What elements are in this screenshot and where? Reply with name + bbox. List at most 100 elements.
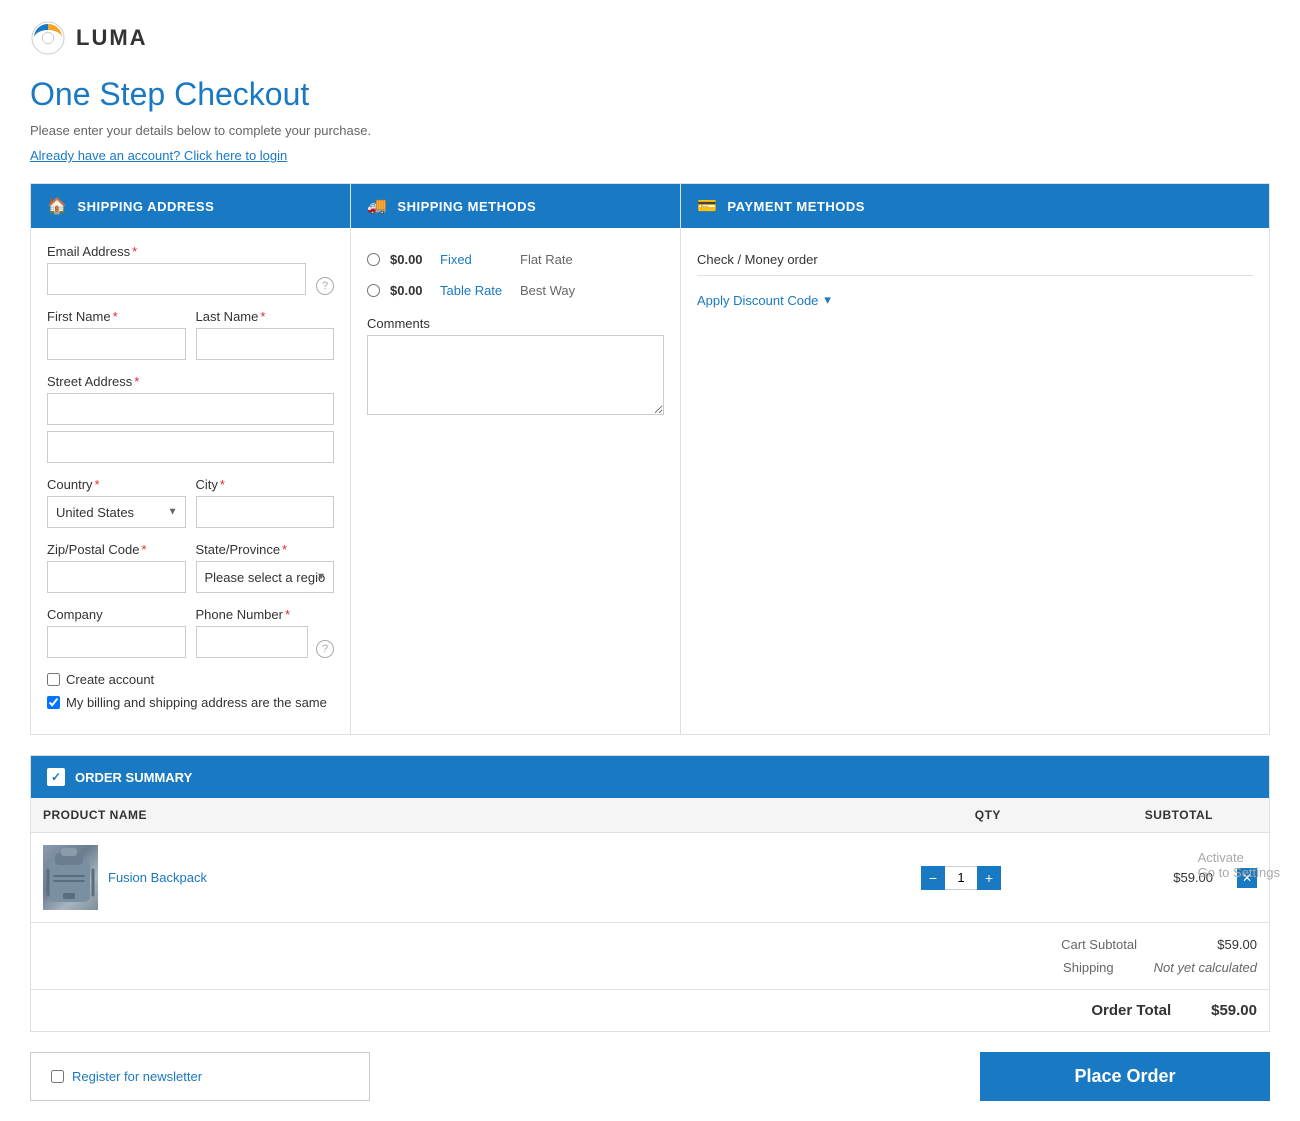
logo-area: LUMA bbox=[30, 20, 1270, 56]
payment-methods-body: Check / Money order Apply Discount Code … bbox=[681, 228, 1269, 330]
page-title: One Step Checkout bbox=[30, 76, 1270, 113]
shipping-methods-body: $0.00 Fixed Flat Rate $0.00 Table Rate B… bbox=[351, 228, 680, 434]
phone-help-icon[interactable]: ? bbox=[316, 640, 334, 658]
phone-input[interactable] bbox=[196, 626, 309, 658]
order-total-label: Order Total bbox=[1091, 1002, 1171, 1019]
city-input[interactable] bbox=[196, 496, 335, 528]
city-label: City* bbox=[196, 477, 335, 492]
billing-same-group: My billing and shipping address are the … bbox=[47, 695, 334, 710]
shipping-price-0: $0.00 bbox=[390, 252, 430, 267]
phone-label: Phone Number* bbox=[196, 607, 335, 622]
shipping-subtotal-label: Shipping bbox=[1014, 960, 1114, 975]
checkmark-icon: ✓ bbox=[47, 768, 65, 786]
qty-input[interactable] bbox=[945, 866, 977, 890]
home-icon: 🏠 bbox=[47, 196, 67, 216]
shipping-radio-1[interactable] bbox=[367, 284, 380, 297]
qty-decrease-button[interactable]: − bbox=[921, 866, 945, 890]
country-group: Country* United States bbox=[47, 477, 186, 528]
shipping-carrier-1: Best Way bbox=[520, 283, 575, 298]
order-table: PRODUCT NAME QTY SUBTOTAL bbox=[31, 798, 1269, 923]
create-account-checkbox[interactable] bbox=[47, 673, 60, 686]
col-product: PRODUCT NAME bbox=[31, 798, 774, 833]
payment-option-check: Check / Money order bbox=[697, 244, 1253, 276]
col-subtotal: SUBTOTAL bbox=[1013, 798, 1225, 833]
watermark-line2: Go to Settings bbox=[1198, 865, 1280, 880]
create-account-group: Create account bbox=[47, 672, 334, 687]
zip-label: Zip/Postal Code* bbox=[47, 542, 186, 557]
product-name-link[interactable]: Fusion Backpack bbox=[108, 870, 207, 885]
comments-textarea[interactable] bbox=[367, 335, 664, 415]
discount-chevron-icon: ▾ bbox=[824, 292, 831, 308]
email-input[interactable] bbox=[47, 263, 306, 295]
place-order-button[interactable]: Place Order bbox=[980, 1052, 1270, 1101]
shipping-method-0: Fixed bbox=[440, 252, 510, 267]
state-group: State/Province* Please select a region bbox=[196, 542, 335, 593]
qty-cell: − + bbox=[774, 833, 1013, 923]
shipping-methods-header: 🚚 SHIPPING METHODS bbox=[351, 184, 680, 228]
street-label: Street Address* bbox=[47, 374, 334, 389]
company-label: Company bbox=[47, 607, 186, 622]
newsletter-box: Register for newsletter bbox=[30, 1052, 370, 1101]
price-cell: $59.00 bbox=[1013, 833, 1225, 923]
order-summary-header: ✓ ORDER SUMMARY bbox=[31, 756, 1269, 798]
payment-methods-header: 💳 PAYMENT METHODS bbox=[681, 184, 1269, 228]
checkout-columns: 🏠 SHIPPING ADDRESS Email Address* ? bbox=[30, 183, 1270, 735]
shipping-address-body: Email Address* ? First Name* bbox=[31, 228, 350, 734]
order-total-value: $59.00 bbox=[1211, 1002, 1257, 1019]
discount-label: Apply Discount Code bbox=[697, 293, 818, 308]
cart-subtotal-label: Cart Subtotal bbox=[1037, 937, 1137, 952]
newsletter-label[interactable]: Register for newsletter bbox=[72, 1069, 202, 1084]
comments-label: Comments bbox=[367, 316, 664, 331]
shipping-subtotal-value: Not yet calculated bbox=[1154, 960, 1257, 975]
create-account-label[interactable]: Create account bbox=[66, 672, 154, 687]
card-icon: 💳 bbox=[697, 196, 717, 216]
comments-group: Comments bbox=[367, 316, 664, 418]
email-label: Email Address* bbox=[47, 244, 334, 259]
company-input[interactable] bbox=[47, 626, 186, 658]
first-name-label: First Name* bbox=[47, 309, 186, 324]
luma-logo-icon bbox=[30, 20, 66, 56]
state-select[interactable]: Please select a region bbox=[196, 561, 335, 593]
newsletter-checkbox[interactable] bbox=[51, 1070, 64, 1083]
street-input-1[interactable] bbox=[47, 393, 334, 425]
first-name-input[interactable] bbox=[47, 328, 186, 360]
zip-group: Zip/Postal Code* bbox=[47, 542, 186, 593]
street-address-group: Street Address* bbox=[47, 374, 334, 463]
product-image bbox=[43, 845, 98, 910]
zip-input[interactable] bbox=[47, 561, 186, 593]
country-select[interactable]: United States bbox=[47, 496, 186, 528]
street-input-2[interactable] bbox=[47, 431, 334, 463]
email-help-icon[interactable]: ? bbox=[316, 277, 334, 295]
billing-same-checkbox[interactable] bbox=[47, 696, 60, 709]
col-qty: QTY bbox=[774, 798, 1013, 833]
table-row: Fusion Backpack − + $59.00 ✕ bbox=[31, 833, 1269, 923]
subtotals: Cart Subtotal $59.00 Shipping Not yet ca… bbox=[31, 923, 1269, 989]
shipping-method-1: Table Rate bbox=[440, 283, 510, 298]
logo-text: LUMA bbox=[76, 25, 148, 51]
billing-same-label[interactable]: My billing and shipping address are the … bbox=[66, 695, 327, 710]
shipping-option-0: $0.00 Fixed Flat Rate bbox=[367, 244, 664, 275]
shipping-price-1: $0.00 bbox=[390, 283, 430, 298]
order-total-row: Order Total $59.00 bbox=[31, 989, 1269, 1031]
first-name-group: First Name* bbox=[47, 309, 186, 360]
state-label: State/Province* bbox=[196, 542, 335, 557]
watermark: Activate Go to Settings bbox=[1198, 850, 1280, 880]
phone-group: Phone Number* ? bbox=[196, 607, 335, 658]
city-group: City* bbox=[196, 477, 335, 528]
cart-subtotal-value: $59.00 bbox=[1177, 937, 1257, 952]
payment-methods-column: 💳 PAYMENT METHODS Check / Money order Ap… bbox=[681, 184, 1269, 734]
product-cell: Fusion Backpack bbox=[31, 833, 774, 923]
shipping-methods-column: 🚚 SHIPPING METHODS $0.00 Fixed Flat Rate… bbox=[351, 184, 681, 734]
discount-toggle[interactable]: Apply Discount Code ▾ bbox=[697, 286, 1253, 314]
last-name-input[interactable] bbox=[196, 328, 335, 360]
country-label: Country* bbox=[47, 477, 186, 492]
login-link[interactable]: Already have an account? Click here to l… bbox=[30, 148, 1270, 163]
shipping-radio-0[interactable] bbox=[367, 253, 380, 266]
bottom-actions: Register for newsletter Place Order bbox=[30, 1052, 1270, 1101]
shipping-address-header: 🏠 SHIPPING ADDRESS bbox=[31, 184, 350, 228]
shipping-option-1: $0.00 Table Rate Best Way bbox=[367, 275, 664, 306]
last-name-group: Last Name* bbox=[196, 309, 335, 360]
cart-subtotal-row: Cart Subtotal $59.00 bbox=[43, 933, 1257, 956]
email-group: Email Address* ? bbox=[47, 244, 334, 295]
qty-increase-button[interactable]: + bbox=[977, 866, 1001, 890]
